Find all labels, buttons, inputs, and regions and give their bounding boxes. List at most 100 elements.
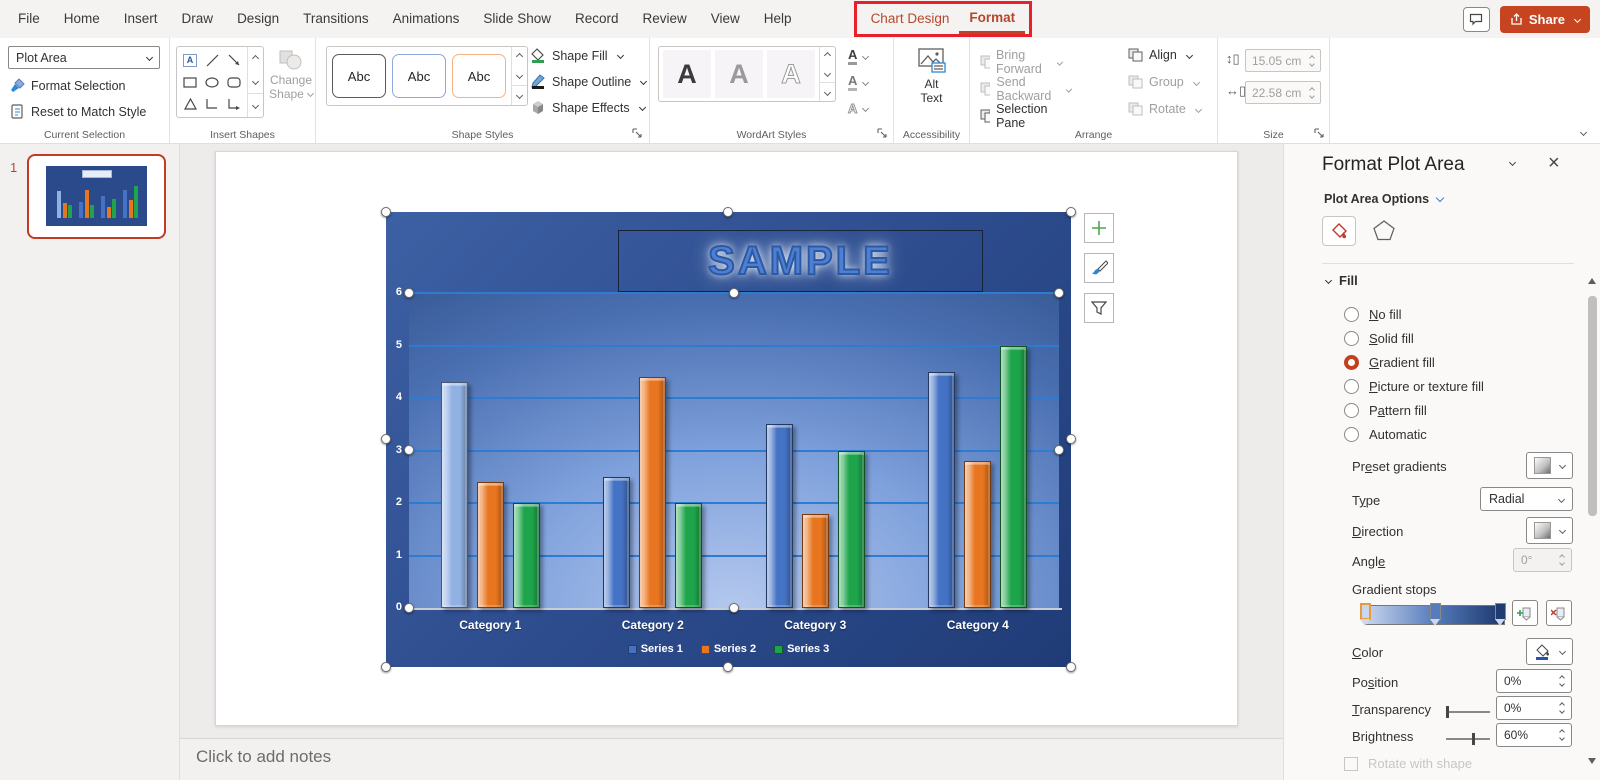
remove-gradient-stop-button[interactable]: [1546, 600, 1572, 626]
menu-tab-help[interactable]: Help: [752, 0, 804, 38]
menu-tab-chart-design[interactable]: Chart Design: [861, 4, 960, 34]
bar-series-3-cat2[interactable]: [675, 503, 703, 608]
menu-tab-view[interactable]: View: [699, 0, 752, 38]
gallery-scroll-up[interactable]: [512, 47, 527, 66]
type-dropdown[interactable]: Radial: [1480, 487, 1573, 511]
reset-to-match-style-button[interactable]: Reset to Match Style: [10, 104, 146, 119]
chart-styles-button[interactable]: [1084, 253, 1114, 283]
selection-handle[interactable]: [1054, 445, 1064, 455]
bar-series-3-cat3[interactable]: [837, 450, 865, 608]
menu-tab-draw[interactable]: Draw: [170, 0, 226, 38]
add-gradient-stop-button[interactable]: [1512, 600, 1538, 626]
comments-button[interactable]: [1462, 7, 1490, 32]
bar-series-2-cat1[interactable]: [476, 482, 504, 608]
gradient-stop-handle[interactable]: [1494, 603, 1506, 626]
selection-handle[interactable]: [1066, 662, 1076, 672]
bar-series-1-cat4[interactable]: [928, 371, 956, 609]
selection-handle[interactable]: [404, 288, 414, 298]
gradient-stop-handle[interactable]: [1360, 603, 1371, 626]
tab-fill-and-line[interactable]: [1322, 216, 1356, 246]
fill-option-pattern-fill[interactable]: Pattern fill: [1344, 400, 1427, 420]
shape-width-input[interactable]: 22.58 cm: [1245, 81, 1321, 104]
selection-handle[interactable]: [1066, 207, 1076, 217]
pane-close-icon[interactable]: ×: [1548, 152, 1560, 175]
menu-tab-review[interactable]: Review: [631, 0, 699, 38]
slide-thumbnail[interactable]: [27, 154, 166, 239]
slider-handle[interactable]: [1472, 733, 1475, 745]
wordart-style-swatch[interactable]: A: [767, 50, 815, 98]
dialog-launcher-icon[interactable]: [1313, 127, 1325, 139]
gallery-scroll-up[interactable]: [820, 47, 835, 65]
slide[interactable]: SAMPLE 0 1 2 3 4 5 6 Category 1 Category 2 Catego…: [215, 151, 1238, 726]
dialog-launcher-icon[interactable]: [631, 127, 643, 139]
scrollbar-up-icon[interactable]: [1588, 278, 1596, 284]
shape-style-swatch[interactable]: Abc: [452, 54, 506, 98]
chart-elements-button[interactable]: [1084, 213, 1114, 243]
bar-series-3-cat4[interactable]: [1000, 345, 1028, 608]
gradient-stops-bar[interactable]: [1360, 603, 1506, 626]
menu-tab-animations[interactable]: Animations: [381, 0, 472, 38]
fill-option-solid-fill[interactable]: Solid fill: [1344, 328, 1414, 348]
text-effects-button[interactable]: A: [847, 98, 870, 118]
shape-style-swatch[interactable]: Abc: [392, 54, 446, 98]
chart-title-box[interactable]: SAMPLE: [618, 230, 983, 292]
shape-style-swatch[interactable]: Abc: [332, 54, 386, 98]
notes-pane[interactable]: Click to add notes: [180, 738, 1283, 780]
triangle-shape-icon[interactable]: [183, 98, 197, 110]
text-box-icon[interactable]: A: [183, 53, 197, 67]
dialog-launcher-icon[interactable]: [876, 127, 888, 139]
rounded-rectangle-shape-icon[interactable]: [227, 76, 241, 88]
wordart-style-swatch[interactable]: A: [715, 50, 763, 98]
bar-series-1-cat1[interactable]: [440, 382, 468, 609]
plot-area-options[interactable]: Plot Area Options: [1324, 192, 1444, 206]
share-button[interactable]: Share: [1499, 6, 1590, 33]
bar-series-2-cat2[interactable]: [639, 377, 667, 608]
menu-tab-format[interactable]: Format: [959, 4, 1026, 34]
elbow-arrow-connector-icon[interactable]: [227, 98, 241, 110]
selection-handle[interactable]: [381, 662, 391, 672]
menu-tab-transitions[interactable]: Transitions: [291, 0, 381, 38]
wordart-style-swatch[interactable]: A: [663, 50, 711, 98]
gallery-scroll-down[interactable]: [248, 70, 263, 93]
text-outline-button[interactable]: A: [848, 72, 870, 92]
transparency-slider[interactable]: [1446, 706, 1490, 718]
selection-handle[interactable]: [723, 207, 733, 217]
selection-handle[interactable]: [381, 434, 391, 444]
selection-handle[interactable]: [1066, 434, 1076, 444]
brightness-slider[interactable]: [1446, 733, 1490, 745]
selection-handle[interactable]: [381, 207, 391, 217]
pane-collapse-icon[interactable]: [1508, 158, 1517, 167]
collapse-ribbon-icon[interactable]: [1579, 128, 1588, 137]
gallery-scroll-down[interactable]: [512, 66, 527, 85]
chart-filters-button[interactable]: [1084, 293, 1114, 323]
chart-legend[interactable]: Series 1 Series 2 Series 3: [386, 643, 1071, 655]
brightness-input[interactable]: 60%: [1496, 723, 1572, 747]
preset-gradients-dropdown[interactable]: [1526, 452, 1573, 479]
scrollbar-down-icon[interactable]: [1588, 758, 1596, 764]
bar-series-2-cat3[interactable]: [801, 513, 829, 608]
gallery-more-button[interactable]: [248, 93, 263, 117]
menu-tab-file[interactable]: File: [6, 0, 52, 38]
slider-handle[interactable]: [1446, 706, 1449, 718]
shape-outline-button[interactable]: Shape Outline: [530, 74, 648, 89]
fill-option-no-fill[interactable]: No fill: [1344, 304, 1402, 324]
selection-handle[interactable]: [1054, 288, 1064, 298]
bar-series-3-cat1[interactable]: [512, 503, 540, 608]
alt-text-button[interactable]: Alt Text: [894, 48, 969, 105]
arrow-shape-icon[interactable]: [228, 54, 241, 67]
rotate-with-shape-checkbox[interactable]: Rotate with shape: [1344, 756, 1472, 771]
arrange-selection-pane-button[interactable]: Selection Pane: [980, 102, 1052, 130]
direction-dropdown[interactable]: [1526, 517, 1573, 544]
color-dropdown[interactable]: [1526, 638, 1573, 665]
selection-dropdown[interactable]: Plot Area: [8, 46, 160, 69]
shape-fill-button[interactable]: Shape Fill: [530, 48, 624, 63]
menu-tab-home[interactable]: Home: [52, 0, 112, 38]
selection-handle[interactable]: [729, 603, 739, 613]
selection-handle[interactable]: [729, 288, 739, 298]
selection-handle[interactable]: [404, 445, 414, 455]
gallery-scroll-up[interactable]: [248, 47, 263, 70]
bar-series-2-cat4[interactable]: [964, 461, 992, 608]
bar-series-1-cat3[interactable]: [765, 424, 793, 609]
menu-tab-slide-show[interactable]: Slide Show: [471, 0, 563, 38]
rectangle-shape-icon[interactable]: [183, 76, 197, 88]
